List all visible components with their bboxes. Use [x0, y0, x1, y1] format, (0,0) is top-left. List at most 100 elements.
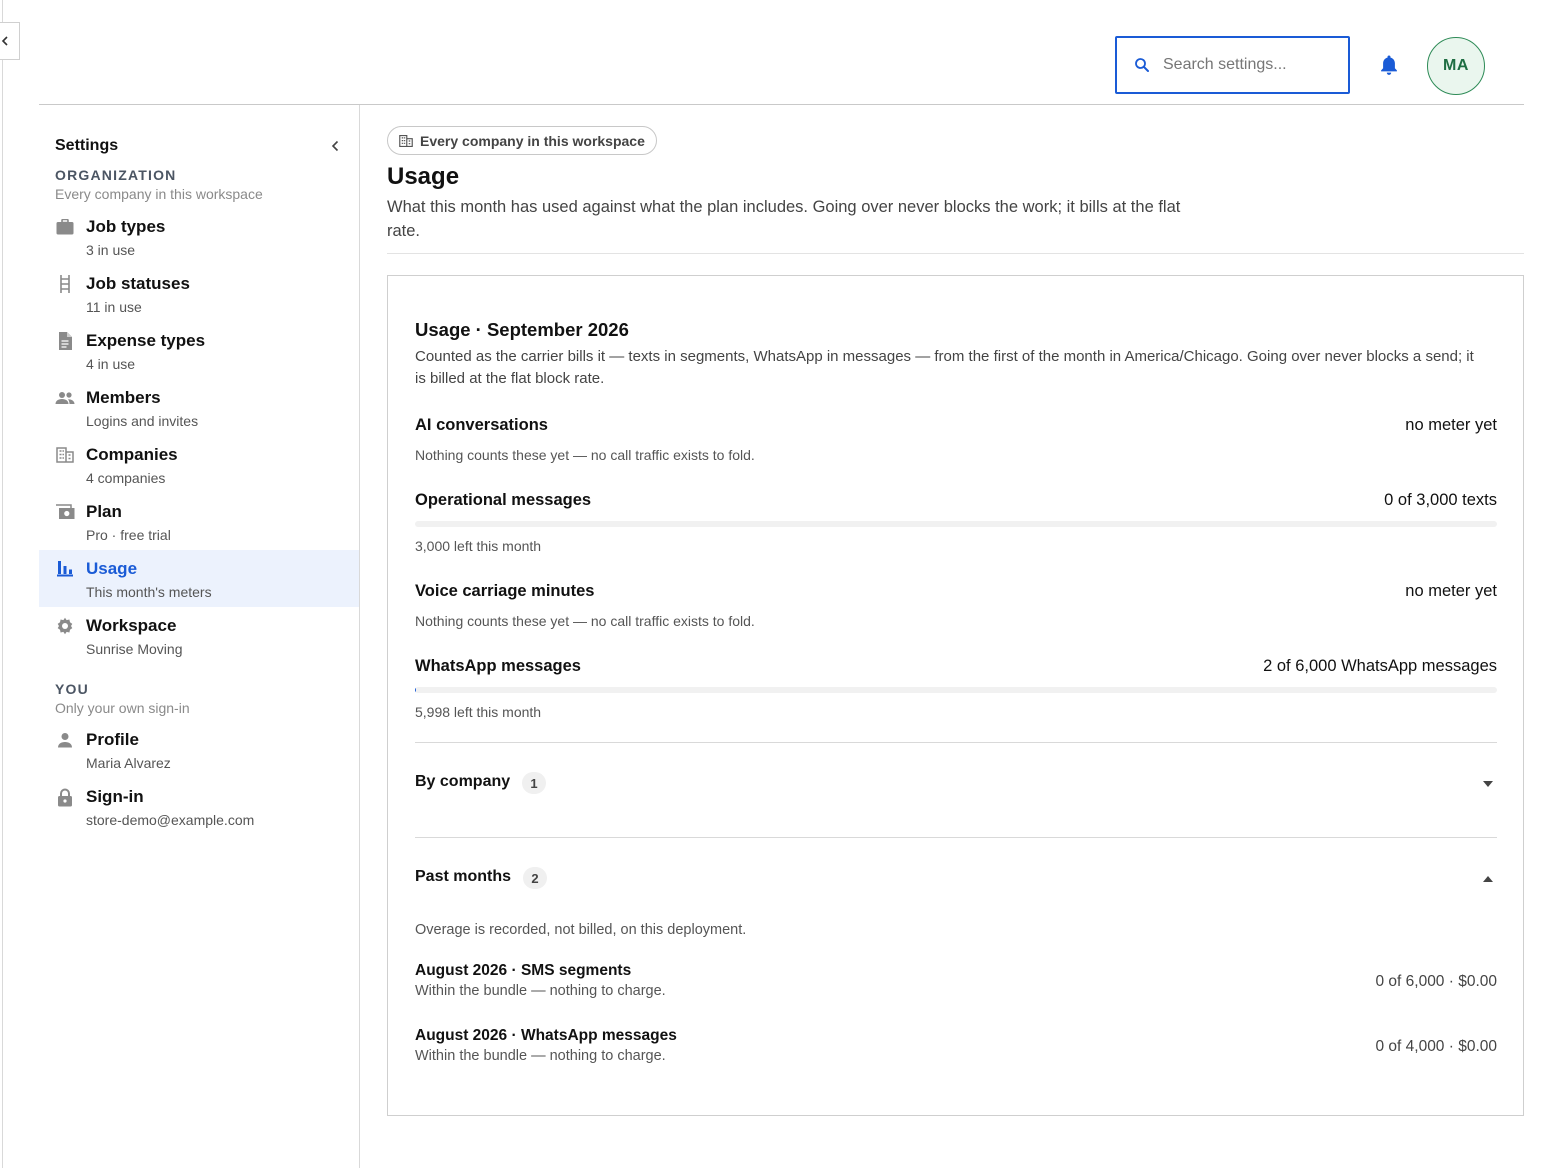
- scope-chip-label: Every company in this workspace: [420, 132, 645, 149]
- sidebar-item-sign-in[interactable]: Sign-in store-demo@example.com: [39, 783, 359, 840]
- settings-sidebar: Settings ORGANIZATION Every company in t…: [39, 105, 360, 1168]
- usage-card: Usage · September 2026 Counted as the ca…: [387, 275, 1524, 1116]
- meter-value: 2 of 6,000 WhatsApp messages: [1263, 657, 1497, 675]
- money-icon: [55, 502, 75, 522]
- divider: [415, 837, 1497, 838]
- divider: [415, 742, 1497, 743]
- notifications-button[interactable]: [1378, 52, 1400, 78]
- you-section-header: YOU Only your own sign-in: [55, 681, 190, 716]
- sidebar-item-meta: 11 in use: [86, 299, 142, 315]
- caret-up-icon: [1481, 872, 1495, 886]
- document-icon: [55, 331, 75, 351]
- sidebar-item-meta: 4 in use: [86, 356, 136, 372]
- search-icon: [1135, 58, 1149, 72]
- sidebar-item-label: Workspace: [86, 616, 177, 635]
- meter-progress-track: [415, 521, 1497, 527]
- meter-name: AI conversations: [415, 416, 548, 434]
- sidebar-item-label: Profile: [86, 730, 139, 749]
- by-company-toggle[interactable]: By company 1: [415, 772, 1497, 797]
- user-avatar[interactable]: MA: [1427, 37, 1485, 95]
- briefcase-icon: [55, 217, 75, 237]
- count-badge: 1: [522, 772, 546, 794]
- sidebar-item-label: Expense types: [86, 331, 206, 350]
- sidebar-item-meta: Sunrise Moving: [86, 641, 183, 657]
- sidebar-item-expense-types[interactable]: Expense types 4 in use: [39, 327, 359, 384]
- meter-name: Voice carriage minutes: [415, 582, 595, 600]
- past-row-title: August 2026 · SMS segments: [415, 962, 632, 979]
- card-title: Usage · September 2026: [415, 319, 629, 340]
- caret-down-icon: [1481, 777, 1495, 791]
- sidebar-item-label: Members: [86, 388, 161, 407]
- divider: [387, 253, 1524, 254]
- search-box[interactable]: [1115, 36, 1350, 94]
- past-months-title: Past months: [415, 868, 512, 885]
- people-icon: [55, 388, 75, 408]
- organization-section-header: ORGANIZATION Every company in this works…: [55, 167, 263, 202]
- list-item: August 2026 · WhatsApp messages Within t…: [415, 1027, 1497, 1067]
- window-edge: [2, 0, 3, 1168]
- scope-chip[interactable]: Every company in this workspace: [387, 126, 657, 155]
- sidebar-item-label: Companies: [86, 445, 178, 464]
- sidebar-item-label: Job types: [86, 217, 166, 236]
- by-company-title: By company: [415, 773, 511, 790]
- sidebar-item-plan[interactable]: Plan Pro · free trial: [39, 498, 359, 555]
- sidebar-item-label: Job statuses: [86, 274, 190, 293]
- page-title: Usage: [387, 163, 460, 190]
- sidebar-item-label: Plan: [86, 502, 122, 521]
- sidebar-item-meta: store-demo@example.com: [86, 812, 255, 828]
- sidebar-item-meta: This month's meters: [86, 584, 212, 600]
- meter-value: no meter yet: [1405, 416, 1497, 434]
- list-item: August 2026 · SMS segments Within the bu…: [415, 962, 1497, 1002]
- bar-chart-icon: [55, 559, 75, 579]
- section-subtitle: Only your own sign-in: [55, 700, 190, 716]
- card-description: Counted as the carrier bills it — texts …: [415, 348, 1474, 387]
- section-heading: YOU: [55, 681, 89, 697]
- meter-value: 0 of 3,000 texts: [1384, 491, 1497, 509]
- search-input[interactable]: [1163, 56, 1333, 74]
- building-icon: [399, 134, 413, 147]
- meter-name: Operational messages: [415, 491, 592, 509]
- sidebar-item-usage[interactable]: Usage This month's meters: [39, 550, 359, 607]
- meter-note: 3,000 left this month: [415, 538, 542, 554]
- sidebar-item-meta: 4 companies: [86, 470, 166, 486]
- gear-icon: [55, 616, 75, 636]
- past-row-title: August 2026 · WhatsApp messages: [415, 1027, 677, 1044]
- expand-panel-tab[interactable]: [0, 22, 20, 60]
- meter-progress-track: [415, 687, 1497, 693]
- sidebar-item-label: Usage: [86, 559, 138, 578]
- past-row-value: 0 of 6,000 · $0.00: [1375, 973, 1497, 990]
- sidebar-title: Settings: [55, 137, 119, 154]
- sidebar-item-job-types[interactable]: Job types 3 in use: [39, 213, 359, 270]
- meter-note: Nothing counts these yet — no call traff…: [415, 447, 755, 463]
- sidebar-item-meta: Logins and invites: [86, 413, 199, 429]
- person-icon: [55, 730, 75, 750]
- bell-icon: [1381, 55, 1397, 75]
- meter-value: no meter yet: [1405, 582, 1497, 600]
- collapse-sidebar-button[interactable]: [327, 138, 343, 154]
- meter-note: 5,998 left this month: [415, 704, 542, 720]
- sidebar-item-label: Sign-in: [86, 787, 144, 806]
- sidebar-item-profile[interactable]: Profile Maria Alvarez: [39, 726, 359, 783]
- sidebar-item-workspace[interactable]: Workspace Sunrise Moving: [39, 612, 359, 669]
- chevron-left-icon: [331, 140, 339, 152]
- meter-note: Nothing counts these yet — no call traff…: [415, 613, 755, 629]
- building-icon: [55, 445, 75, 465]
- past-months-toggle[interactable]: Past months 2: [415, 867, 1497, 892]
- past-months-note: Overage is recorded, not billed, on this…: [415, 922, 747, 938]
- past-row-value: 0 of 4,000 · $0.00: [1375, 1038, 1497, 1055]
- page-description: What this month has used against what th…: [387, 198, 1181, 240]
- section-subtitle: Every company in this workspace: [55, 186, 263, 202]
- lock-icon: [55, 787, 75, 807]
- meter-name: WhatsApp messages: [415, 657, 581, 675]
- section-heading: ORGANIZATION: [55, 167, 177, 183]
- ladder-icon: [55, 274, 75, 294]
- past-row-subtitle: Within the bundle — nothing to charge.: [415, 983, 666, 999]
- past-row-subtitle: Within the bundle — nothing to charge.: [415, 1048, 666, 1064]
- sidebar-item-meta: Pro · free trial: [86, 527, 171, 543]
- sidebar-item-meta: 3 in use: [86, 242, 136, 258]
- sidebar-item-companies[interactable]: Companies 4 companies: [39, 441, 359, 498]
- sidebar-item-members[interactable]: Members Logins and invites: [39, 384, 359, 441]
- sidebar-item-meta: Maria Alvarez: [86, 755, 171, 771]
- sidebar-item-job-statuses[interactable]: Job statuses 11 in use: [39, 270, 359, 327]
- count-badge: 2: [523, 867, 547, 889]
